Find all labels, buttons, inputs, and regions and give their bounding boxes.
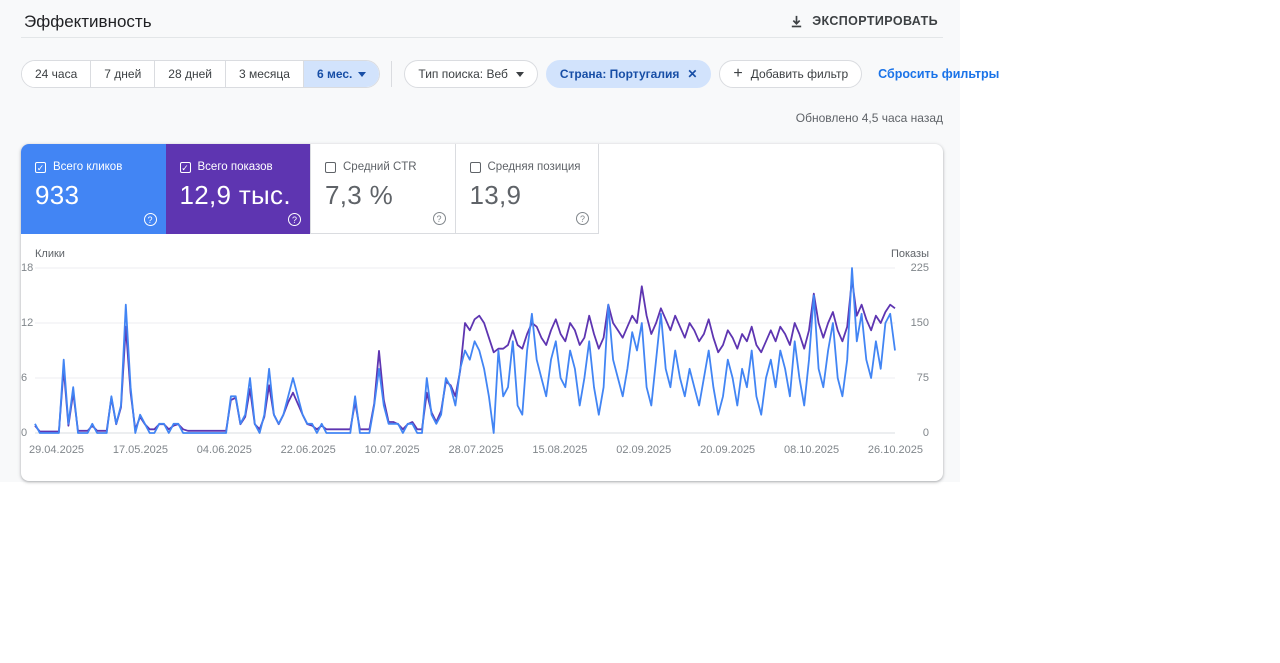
help-icon[interactable]: ? (288, 213, 301, 226)
metric-value: 13,9 (469, 180, 522, 210)
metric-value: 7,3 % (325, 180, 393, 210)
y-tick-right: 0 (922, 427, 929, 439)
y-tick-left: 0 (21, 427, 28, 439)
search-type-chip[interactable]: Тип поиска: Веб (404, 60, 538, 88)
download-icon (792, 15, 802, 27)
y-tick-left: 12 (21, 317, 34, 329)
y-tick-left: 6 (21, 372, 28, 384)
export-button-label: ЭКСПОРТИРОВАТЬ (812, 14, 938, 28)
search-console-performance-page: Эффективность ЭКСПОРТИРОВАТЬ 24 часа 7 д… (0, 0, 999, 482)
date-range-24h-label: 24 часа (35, 67, 78, 81)
metric-tile-average-ctr[interactable]: ✓ Средний CTR 7,3 % ? (310, 144, 455, 234)
performance-chart: Клики Показы 29.04.2025 17.05.2025 04.06.2… (21, 248, 929, 468)
x-tick-label: 22.06.2025 (280, 444, 336, 456)
series-impressions (34, 278, 896, 433)
x-tick-label: 28.07.2025 (448, 444, 504, 456)
chart-svg (34, 267, 896, 434)
metric-tile-total-clicks[interactable]: ✓ Всего кликов 933 ? (21, 144, 166, 234)
export-button[interactable]: ЭКСПОРТИРОВАТЬ (779, 8, 948, 34)
performance-card: ✓ Всего кликов 933 ? ✓ Всего показов 12,… (21, 144, 943, 481)
filter-bar: 24 часа 7 дней 28 дней 3 месяца 6 мес. Т… (21, 60, 999, 88)
help-icon[interactable]: ? (143, 213, 157, 226)
date-range-6m-label: 6 мес. (316, 67, 353, 81)
x-tick-label: 15.08.2025 (532, 444, 588, 456)
metric-value: 12,9 тыс. (179, 180, 291, 210)
country-filter-chip[interactable]: Страна: Португалия ✕ (545, 60, 712, 88)
add-filter-button[interactable]: + Добавить фильтр (719, 60, 863, 88)
series-clicks (34, 267, 896, 434)
chevron-down-icon (358, 71, 367, 77)
checkbox-unchecked-icon[interactable]: ✓ (325, 161, 336, 173)
metric-label: Средний CTR (343, 161, 417, 173)
date-range-3m-label: 3 месяца (238, 67, 290, 81)
chevron-down-icon (515, 71, 524, 77)
metric-label: Всего показов (197, 161, 273, 173)
close-icon[interactable]: ✕ (687, 67, 697, 81)
date-range-7d[interactable]: 7 дней (90, 61, 155, 87)
x-tick-label: 26.10.2025 (867, 444, 923, 456)
x-tick-label: 02.09.2025 (616, 444, 672, 456)
help-icon[interactable]: ? (432, 212, 446, 225)
country-filter-label: Страна: Португалия (559, 67, 680, 81)
x-tick-label: 08.10.2025 (784, 444, 840, 456)
date-range-3m[interactable]: 3 месяца (224, 61, 303, 87)
right-axis-title: Показы (890, 248, 929, 260)
reset-filters-link[interactable]: Сбросить фильтры (878, 67, 999, 81)
help-icon[interactable]: ? (576, 212, 589, 225)
checkbox-checked-icon[interactable]: ✓ (35, 161, 46, 173)
x-tick-label: 17.05.2025 (112, 444, 168, 456)
metric-label: Средняя позиция (487, 161, 581, 173)
y-tick-right: 150 (910, 317, 929, 329)
page-title: Эффективность (24, 12, 152, 31)
search-type-label: Тип поиска: Веб (418, 67, 508, 81)
date-range-28d[interactable]: 28 дней (154, 61, 225, 87)
date-range-group: 24 часа 7 дней 28 дней 3 месяца 6 мес. (21, 60, 381, 88)
y-tick-left: 18 (21, 262, 34, 274)
page-header: Эффективность ЭКСПОРТИРОВАТЬ (0, 0, 960, 37)
date-range-28d-label: 28 дней (168, 67, 212, 81)
metric-label: Всего кликов (53, 161, 123, 173)
date-range-24h[interactable]: 24 часа (22, 61, 91, 87)
checkbox-unchecked-icon[interactable]: ✓ (469, 161, 481, 173)
metric-tiles: ✓ Всего кликов 933 ? ✓ Всего показов 12,… (21, 144, 943, 234)
header-divider (21, 37, 943, 38)
filter-divider (391, 61, 393, 87)
date-range-7d-label: 7 дней (104, 67, 142, 81)
plus-icon: + (733, 65, 743, 82)
date-range-6m-selected[interactable]: 6 мес. (302, 61, 380, 87)
last-updated-text: Обновлено 4,5 часа назад (795, 111, 943, 125)
y-tick-right: 225 (910, 262, 929, 274)
metric-tile-total-impressions[interactable]: ✓ Всего показов 12,9 тыс. ? (165, 144, 310, 234)
metric-tile-average-position[interactable]: ✓ Средняя позиция 13,9 ? (454, 144, 599, 234)
left-axis-title: Клики (35, 248, 65, 260)
y-tick-right: 75 (916, 372, 929, 384)
x-axis-labels: 29.04.2025 17.05.2025 04.06.2025 22.06.2025… (29, 444, 923, 456)
metric-value: 933 (35, 180, 80, 210)
x-tick-label: 10.07.2025 (364, 444, 420, 456)
x-tick-label: 29.04.2025 (29, 444, 85, 456)
x-tick-label: 04.06.2025 (196, 444, 252, 456)
checkbox-checked-icon[interactable]: ✓ (179, 161, 191, 173)
x-tick-label: 20.09.2025 (700, 444, 756, 456)
add-filter-label: Добавить фильтр (750, 67, 849, 81)
chart-plot-area[interactable] (34, 267, 896, 434)
